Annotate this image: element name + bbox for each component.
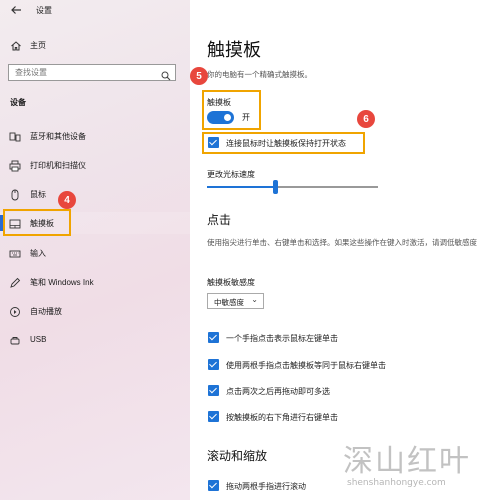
sidebar-item-label: USB	[30, 335, 47, 344]
sidebar-item-home[interactable]: 主页	[0, 36, 190, 56]
lower-right-corner-checkbox[interactable]	[208, 411, 219, 422]
two-finger-scroll-label: 拖动两根手指进行滚动	[226, 482, 306, 491]
toggle-knob	[224, 114, 231, 121]
two-finger-right-click-label: 使用两根手指点击触摸板等同于鼠标右键单击	[226, 361, 386, 370]
keyboard-icon	[9, 247, 21, 259]
printer-icon	[9, 159, 21, 172]
sidebar-item-autoplay[interactable]: 自动播放	[0, 300, 190, 322]
taps-description: 使用指尖进行单击、右键单击和选择。如果这些操作在键入时激活，请调低敏感度	[207, 238, 477, 247]
sidebar-item-bluetooth[interactable]: 蓝牙和其他设备	[0, 125, 190, 147]
search-icon[interactable]	[161, 68, 171, 81]
sensitivity-dropdown[interactable]: 中敏感度 ⌄	[207, 293, 264, 309]
tap-twice-drag-checkbox[interactable]	[208, 385, 219, 396]
sidebar: 设置 主页 设备 蓝牙和其他设备 打印机和扫描仪 鼠标 触	[0, 0, 190, 500]
touchpad-toggle-label: 触摸板	[207, 98, 231, 107]
annotation-box-touchpad-nav	[3, 209, 71, 236]
two-finger-scroll-checkbox[interactable]	[208, 480, 219, 491]
keep-on-with-mouse-checkbox[interactable]	[208, 137, 219, 148]
sidebar-item-mouse[interactable]: 鼠标	[0, 183, 190, 205]
usb-icon	[9, 334, 21, 346]
watermark: 深山红叶 shenshanhongye.com	[335, 436, 485, 496]
sidebar-item-pen[interactable]: 笔和 Windows Ink	[0, 271, 190, 293]
sidebar-item-usb[interactable]: USB	[0, 329, 190, 351]
annotation-marker-6: 6	[357, 110, 375, 128]
mouse-icon	[9, 188, 21, 201]
sidebar-item-typing[interactable]: 输入	[0, 242, 190, 264]
sidebar-item-label: 主页	[30, 41, 46, 50]
taps-heading: 点击	[207, 213, 232, 227]
tap-twice-drag-label: 点击两次之后再拖动即可多选	[226, 387, 330, 396]
app-title: 设置	[36, 6, 52, 15]
sidebar-item-label: 鼠标	[30, 190, 46, 199]
scroll-zoom-heading: 滚动和缩放	[207, 449, 268, 463]
slider-fill	[207, 186, 276, 188]
page-title: 触摸板	[207, 40, 261, 60]
keep-on-with-mouse-label: 连接鼠标时让触摸板保持打开状态	[226, 139, 346, 148]
pen-icon	[9, 276, 21, 288]
watermark-text: 深山红叶	[343, 444, 471, 479]
single-tap-click-checkbox[interactable]	[208, 332, 219, 343]
search-input[interactable]	[15, 68, 155, 77]
main-panel: 触摸板 你的电脑有一个精确式触摸板。 5 触摸板 开 6 连接鼠标时让触摸板保持…	[190, 0, 485, 500]
toggle-state-text: 开	[242, 113, 250, 122]
cursor-speed-label: 更改光标速度	[207, 170, 255, 179]
touchpad-intro-text: 你的电脑有一个精确式触摸板。	[207, 70, 312, 79]
sidebar-item-printers[interactable]: 打印机和扫描仪	[0, 154, 190, 176]
search-box[interactable]	[8, 64, 176, 81]
sensitivity-value: 中敏感度	[214, 298, 244, 307]
sidebar-item-label: 输入	[30, 249, 46, 258]
watermark-url: shenshanhongye.com	[347, 478, 446, 488]
lower-right-corner-label: 按触摸板的右下角进行右键单击	[226, 413, 338, 422]
annotation-marker-5: 5	[190, 67, 208, 85]
autoplay-icon	[9, 305, 21, 317]
sensitivity-label: 触摸板敏感度	[207, 278, 255, 287]
touchpad-toggle[interactable]	[207, 111, 234, 124]
bluetooth-devices-icon	[9, 130, 21, 142]
section-label-devices: 设备	[10, 98, 26, 107]
sidebar-item-label: 自动播放	[30, 307, 62, 316]
slider-thumb[interactable]	[273, 180, 279, 194]
two-finger-right-click-checkbox[interactable]	[208, 359, 219, 370]
home-icon	[10, 39, 23, 52]
sidebar-item-label: 笔和 Windows Ink	[30, 278, 94, 287]
single-tap-click-label: 一个手指点击表示鼠标左键单击	[226, 334, 338, 343]
back-arrow-icon[interactable]	[10, 4, 26, 18]
cursor-speed-slider[interactable]	[207, 180, 378, 194]
chevron-down-icon: ⌄	[251, 295, 258, 304]
sidebar-item-label: 打印机和扫描仪	[30, 161, 86, 170]
annotation-box-touchpad-toggle	[202, 90, 261, 130]
annotation-marker-4: 4	[58, 191, 76, 209]
sidebar-item-label: 蓝牙和其他设备	[30, 132, 86, 141]
